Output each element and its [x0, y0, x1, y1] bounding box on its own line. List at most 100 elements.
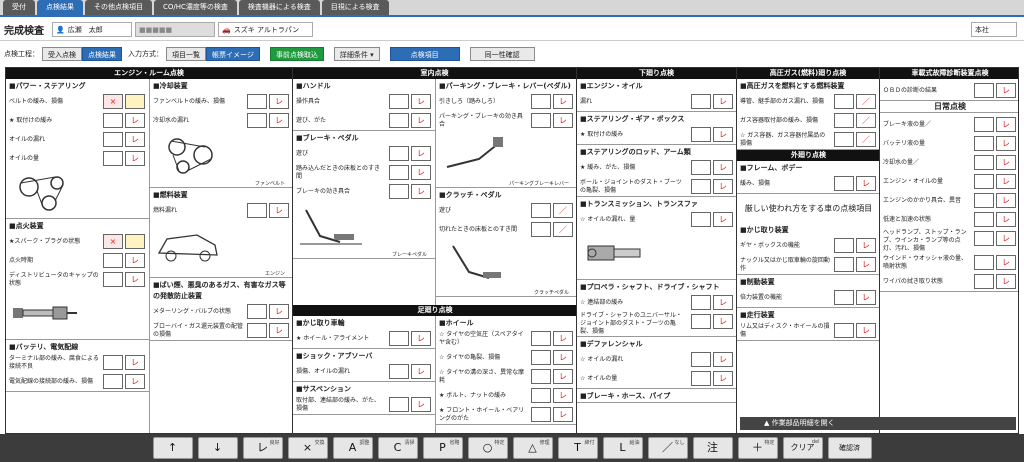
mark-box-before[interactable] — [691, 371, 711, 386]
mark-box-after[interactable]: レ — [411, 364, 431, 379]
mark-box-after[interactable]: レ — [996, 155, 1016, 170]
mark-box-after[interactable]: レ — [856, 238, 876, 253]
good-mark-button[interactable]: レ良好 — [242, 437, 283, 459]
lube-mark-button[interactable]: L 給油 — [602, 437, 643, 459]
mark-box-after[interactable]: レ — [713, 352, 733, 367]
mark-box-after[interactable]: レ — [125, 272, 145, 287]
mark-box-after[interactable]: レ — [269, 203, 289, 218]
owner-field[interactable]: 👤 広瀬 太郎 — [52, 22, 132, 37]
mark-box-after[interactable]: レ — [996, 193, 1016, 208]
detail-conditions-button[interactable]: 詳細条件 ▾ — [333, 47, 380, 61]
mark-box-before[interactable] — [531, 113, 551, 128]
mark-box-after[interactable]: レ — [713, 160, 733, 175]
mark-box-after[interactable]: レ — [713, 314, 733, 329]
mark-box-before[interactable] — [103, 272, 123, 287]
mark-box-after[interactable]: レ — [856, 257, 876, 272]
mark-box-before[interactable] — [247, 203, 267, 218]
mark-box-before[interactable] — [974, 231, 994, 246]
mark-box-before[interactable] — [834, 290, 854, 305]
mark-box-after[interactable]: レ — [856, 176, 876, 191]
clear-button[interactable]: クリア del — [782, 437, 823, 459]
mark-box-before[interactable] — [974, 255, 994, 270]
mark-box-before[interactable] — [389, 184, 409, 199]
mark-box-after[interactable] — [125, 94, 145, 109]
mark-box-before[interactable] — [531, 388, 551, 403]
mark-box-before[interactable]: × — [103, 94, 123, 109]
repair-mark-button[interactable]: △ 修理 — [512, 437, 553, 459]
mark-box-after[interactable]: レ — [553, 350, 573, 365]
mark-box-after[interactable]: レ — [553, 94, 573, 109]
mark-box-after[interactable]: ／ — [553, 203, 573, 218]
mark-box-before[interactable] — [974, 117, 994, 132]
process-receive-button[interactable]: 受入点検 — [42, 47, 82, 61]
mark-box-before[interactable] — [834, 257, 854, 272]
note-button[interactable]: 注 — [692, 437, 733, 459]
mark-box-after[interactable]: レ — [996, 83, 1016, 98]
mark-box-before[interactable] — [691, 314, 711, 329]
mark-box-after[interactable]: レ — [125, 253, 145, 268]
mark-box-before[interactable] — [974, 155, 994, 170]
parts-detail-toggle[interactable]: ▲ 作業部品明細を開く — [740, 417, 1016, 430]
mark-box-after[interactable]: レ — [996, 255, 1016, 270]
mark-box-after[interactable]: レ — [713, 212, 733, 227]
clean-mark-button[interactable]: C 清掃 — [377, 437, 418, 459]
mark-box-after[interactable]: ／ — [856, 132, 876, 147]
mark-box-after[interactable]: レ — [553, 369, 573, 384]
mark-box-before[interactable] — [103, 253, 123, 268]
mark-box-after[interactable]: レ — [125, 355, 145, 370]
mark-box-after[interactable]: レ — [411, 113, 431, 128]
mark-box-after[interactable]: レ — [269, 304, 289, 319]
mark-box-before[interactable]: × — [103, 234, 123, 249]
mark-box-after[interactable]: レ — [411, 397, 431, 412]
mark-box-after[interactable]: レ — [553, 113, 573, 128]
mark-box-after[interactable]: レ — [553, 407, 573, 422]
mark-box-before[interactable] — [389, 94, 409, 109]
mark-box-after[interactable]: レ — [411, 146, 431, 161]
tab-visual-inspection[interactable]: 目視による検査 — [321, 0, 389, 15]
mark-box-after[interactable]: レ — [996, 274, 1016, 289]
mark-box-after[interactable]: レ — [996, 174, 1016, 189]
mark-box-after[interactable]: レ — [553, 388, 573, 403]
mark-box-after[interactable]: レ — [713, 94, 733, 109]
mark-box-before[interactable] — [103, 374, 123, 389]
tab-other-items[interactable]: その他点検項目 — [85, 0, 152, 15]
none-mark-button[interactable]: ／なし — [647, 437, 688, 459]
mark-box-before[interactable] — [389, 146, 409, 161]
prefetch-button[interactable]: 事前点検取込 — [269, 47, 324, 61]
mark-box-after[interactable]: ／ — [856, 113, 876, 128]
mark-box-after[interactable] — [125, 234, 145, 249]
mark-box-before[interactable] — [247, 113, 267, 128]
tab-co-hc[interactable]: CO/HC濃度等の検査 — [154, 0, 237, 15]
mark-box-before[interactable] — [691, 179, 711, 194]
confirmed-button[interactable]: 確認済 — [827, 437, 872, 459]
mark-box-before[interactable] — [834, 113, 854, 128]
plate-field[interactable]: ■■■■■ — [135, 22, 215, 37]
mark-box-after[interactable]: レ — [125, 132, 145, 147]
mark-box-after[interactable]: レ — [856, 290, 876, 305]
mark-box-before[interactable] — [691, 212, 711, 227]
mark-box-before[interactable] — [834, 176, 854, 191]
mark-box-before[interactable] — [974, 193, 994, 208]
mark-box-after[interactable]: レ — [996, 231, 1016, 246]
replace-mark-button[interactable]: × 交換 — [287, 437, 328, 459]
mark-box-after[interactable]: レ — [411, 165, 431, 180]
mark-box-before[interactable] — [531, 369, 551, 384]
mark-box-after[interactable]: レ — [856, 323, 876, 338]
mark-box-before[interactable] — [691, 352, 711, 367]
mark-box-after[interactable]: レ — [411, 331, 431, 346]
mark-box-after[interactable]: レ — [713, 295, 733, 310]
mark-box-after[interactable]: レ — [269, 113, 289, 128]
car-field[interactable]: 🚗 スズキ アルトラパン — [218, 22, 313, 37]
mark-box-before[interactable] — [974, 212, 994, 227]
mark-box-before[interactable] — [389, 331, 409, 346]
mark-box-after[interactable]: レ — [125, 113, 145, 128]
mark-box-after[interactable]: レ — [713, 371, 733, 386]
mark-box-before[interactable] — [389, 165, 409, 180]
tighten-mark-button[interactable]: T 締付 — [557, 437, 598, 459]
down-arrow-button[interactable]: ↓ — [197, 437, 238, 459]
mark-box-before[interactable] — [103, 355, 123, 370]
mark-box-after[interactable]: レ — [996, 117, 1016, 132]
mark-box-before[interactable] — [103, 132, 123, 147]
mark-box-after[interactable]: レ — [411, 94, 431, 109]
tab-reception[interactable]: 受付 — [3, 0, 35, 15]
